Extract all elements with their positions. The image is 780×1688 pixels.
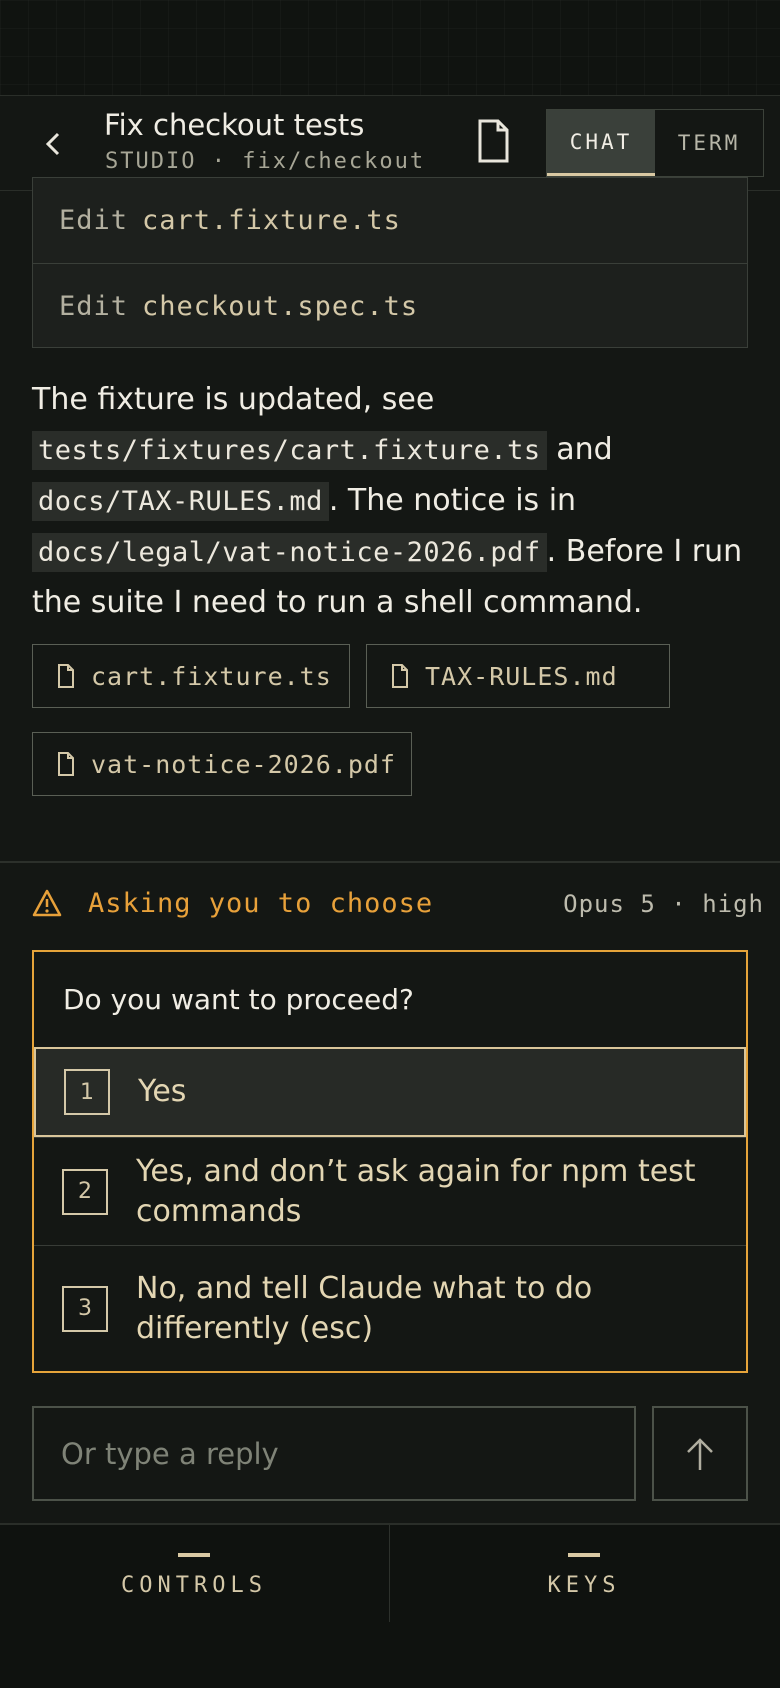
file-icon <box>392 664 408 688</box>
prompt-option[interactable]: 1 Yes <box>34 1047 746 1137</box>
option-label: Yes, and don’t ask again for npm test co… <box>136 1153 696 1229</box>
prompt-question: Do you want to proceed? <box>63 983 414 1016</box>
nav-controls[interactable]: CONTROLS <box>0 1525 388 1622</box>
option-number: 1 <box>64 1069 110 1115</box>
model-indicator[interactable]: Opus 5 · high <box>563 890 764 918</box>
inline-code-path: docs/TAX-RULES.md <box>32 482 329 521</box>
permission-prompt: Do you want to proceed? 1 Yes 2 Yes, and… <box>32 950 748 1373</box>
tool-edits-list: Edit cart.fixture.ts Edit checkout.spec.… <box>32 177 748 348</box>
nav-indicator <box>568 1553 600 1557</box>
file-icon <box>478 119 509 163</box>
nav-indicator <box>178 1553 210 1557</box>
inline-code-path: tests/fixtures/cart.fixture.ts <box>32 431 547 470</box>
edit-file: cart.fixture.ts <box>142 205 401 236</box>
section-divider <box>0 861 780 863</box>
option-label: No, and tell Claude what to do different… <box>136 1270 593 1346</box>
back-button[interactable] <box>36 124 72 164</box>
bottom-nav: CONTROLS KEYS <box>0 1523 780 1688</box>
file-icon <box>58 752 74 776</box>
tab-term[interactable]: TERM <box>655 110 763 176</box>
option-label: Yes <box>138 1074 187 1109</box>
inline-code-path: docs/legal/vat-notice-2026.pdf <box>32 533 547 572</box>
edit-file: checkout.spec.ts <box>142 290 419 322</box>
prompt-option[interactable]: 2 Yes, and don’t ask again for npm test … <box>34 1137 746 1245</box>
option-number: 2 <box>62 1168 108 1215</box>
view-switcher: CHAT TERM <box>546 109 764 177</box>
send-button[interactable] <box>652 1406 748 1501</box>
page-title: Fix checkout tests <box>104 108 365 142</box>
message-text: The fixture is updated, see <box>32 382 435 417</box>
message-text: . The notice is in <box>328 483 577 518</box>
option-number: 3 <box>62 1285 108 1332</box>
file-icon <box>58 664 74 688</box>
file-chip-label: cart.fixture.ts <box>91 661 332 691</box>
chevron-left-icon <box>45 132 60 156</box>
arrow-up-icon <box>687 1437 713 1470</box>
reply-field[interactable] <box>32 1406 636 1501</box>
tab-chat[interactable]: CHAT <box>547 110 655 176</box>
file-chip[interactable]: vat-notice-2026.pdf <box>32 732 412 796</box>
prompt-option[interactable]: 3 No, and tell Claude what to do differe… <box>34 1245 746 1371</box>
file-chip[interactable]: TAX-RULES.md <box>366 644 670 708</box>
file-chip[interactable]: cart.fixture.ts <box>32 644 350 708</box>
top-safe-area <box>0 0 780 95</box>
nav-label: KEYS <box>547 1573 621 1598</box>
status-text: Asking you to choose <box>88 888 434 919</box>
assistant-message: The fixture is updated, see tests/fixture… <box>32 375 752 628</box>
reply-input[interactable] <box>59 1435 634 1472</box>
message-text: and <box>546 432 613 467</box>
file-chip-label: TAX-RULES.md <box>425 661 618 691</box>
warning-icon <box>32 889 62 917</box>
nav-keys[interactable]: KEYS <box>390 1525 778 1622</box>
edit-row[interactable]: Edit checkout.spec.ts <box>33 263 747 348</box>
edit-verb: Edit <box>59 290 129 322</box>
nav-label: CONTROLS <box>121 1573 267 1598</box>
status-bar: Asking you to choose Opus 5 · high <box>32 884 764 928</box>
file-chip-label: vat-notice-2026.pdf <box>91 749 396 779</box>
files-button[interactable] <box>474 118 512 164</box>
page-subtitle: STUDIO · fix/checkout <box>105 149 426 174</box>
edit-row[interactable]: Edit cart.fixture.ts <box>33 178 747 263</box>
edit-verb: Edit <box>59 205 129 236</box>
